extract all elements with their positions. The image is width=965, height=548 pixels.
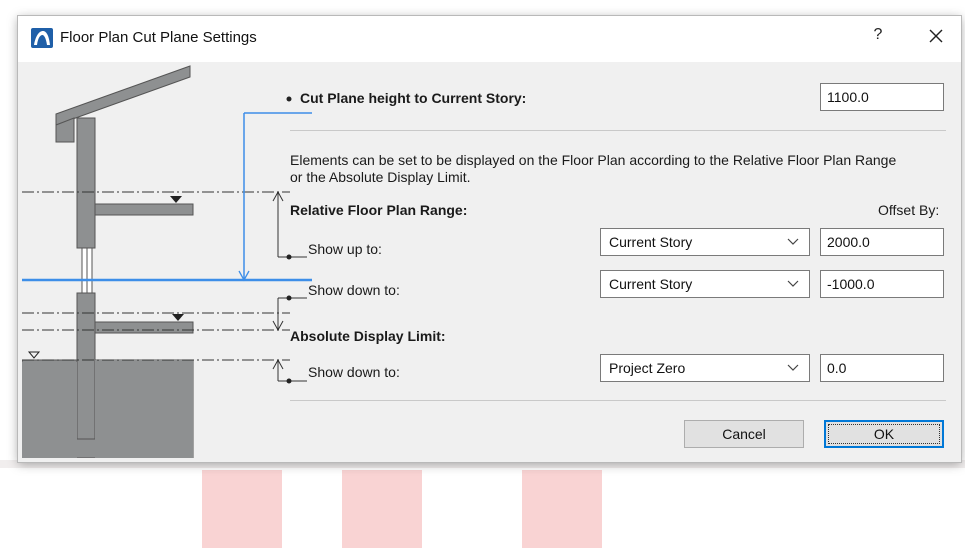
absolute-show-down-label: Show down to: [308,364,400,380]
relative-range-heading: Relative Floor Plan Range: [290,202,468,218]
show-up-select-value: Current Story [609,234,693,250]
chevron-down-icon [787,280,799,287]
cancel-button[interactable]: Cancel [684,420,804,448]
separator [290,400,946,401]
section-diagram [22,65,312,458]
title-bar: Floor Plan Cut Plane Settings ? [18,16,961,62]
absolute-offset-input[interactable]: 0.0 [820,354,944,382]
chevron-down-icon [787,238,799,245]
description-line-1: Elements can be set to be displayed on t… [290,152,897,168]
close-icon[interactable] [923,22,949,50]
show-down-select-value: Current Story [609,276,693,292]
separator [290,130,946,131]
show-down-offset-input[interactable]: -1000.0 [820,270,944,298]
show-up-offset-input[interactable]: 2000.0 [820,228,944,256]
offset-by-header: Offset By: [878,202,940,218]
help-button[interactable]: ? [868,26,888,44]
show-down-label: Show down to: [308,282,400,298]
archicad-icon [31,28,53,48]
description-line-2: or the Absolute Display Limit. [290,169,471,185]
chevron-down-icon [787,364,799,371]
show-up-select[interactable]: Current Story [600,228,810,256]
show-up-label: Show up to: [308,241,382,257]
cut-plane-settings-dialog: Floor Plan Cut Plane Settings ? Cut Plan… [18,16,961,462]
ok-button[interactable]: OK [824,420,944,448]
absolute-show-down-select[interactable]: Project Zero [600,354,810,382]
show-down-bullet [286,295,292,301]
absolute-limit-heading: Absolute Display Limit: [290,328,446,344]
focus-ring [828,424,940,444]
dialog-title: Floor Plan Cut Plane Settings [60,29,257,46]
absolute-show-down-select-value: Project Zero [609,360,686,376]
cut-plane-label: Cut Plane height to Current Story: [300,90,527,106]
show-down-select[interactable]: Current Story [600,270,810,298]
cut-plane-bullet [286,96,292,102]
background-stripe [342,470,422,548]
background-stripe [522,470,602,548]
cut-plane-height-input[interactable]: 1100.0 [820,83,944,111]
background-stripe [202,470,282,548]
show-up-bullet [286,254,292,260]
absolute-down-bullet [286,378,292,384]
